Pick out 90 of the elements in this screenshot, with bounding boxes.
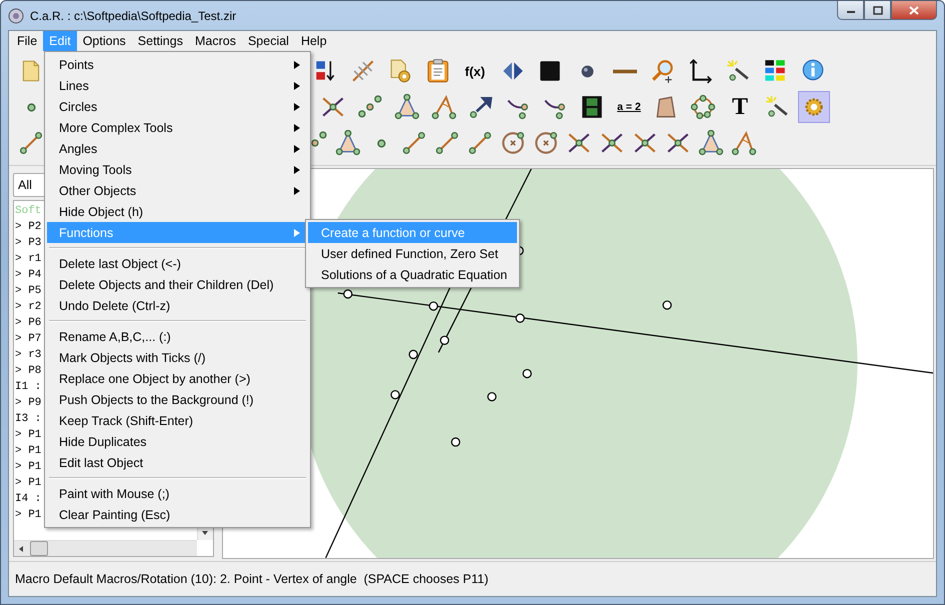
- object-line[interactable]: I1 :: [15, 379, 42, 395]
- menu-item[interactable]: More Complex Tools: [47, 117, 308, 138]
- submenu-arrow-icon: [294, 102, 300, 110]
- menu-item[interactable]: Macros: [188, 31, 242, 51]
- menu-item[interactable]: Rename A,B,C,... (:): [47, 326, 308, 347]
- close-button[interactable]: [891, 1, 937, 20]
- segment-icon: [467, 130, 493, 156]
- object-line[interactable]: > P7: [15, 331, 42, 347]
- menu-item[interactable]: Keep Track (Shift-Enter): [47, 410, 308, 431]
- segment-icon: [434, 130, 460, 156]
- menu-item[interactable]: Undo Delete (Ctrl-z): [47, 295, 308, 316]
- menu-item[interactable]: Special: [242, 31, 295, 51]
- bar-icon: [613, 68, 637, 74]
- window-title: C.a.R. : c:\Softpedia\Softpedia_Test.zir: [30, 8, 238, 22]
- point-icon: [26, 102, 36, 112]
- submenu-arrow-icon: [294, 186, 300, 194]
- hatched-line-icon: [350, 58, 376, 84]
- object-line[interactable]: > P4: [15, 267, 42, 283]
- object-line[interactable]: > P5: [15, 283, 42, 299]
- status-text: Macro Default Macros/Rotation (10): 2. Point - Vertex of angle (SPACE chooses P11): [9, 561, 936, 596]
- segment-icon: [18, 130, 44, 156]
- circle-icon: [500, 130, 526, 156]
- object-line[interactable]: > P8: [15, 363, 42, 379]
- menu-item[interactable]: Hide Duplicates: [47, 431, 308, 452]
- tool-button[interactable]: T: [724, 91, 756, 123]
- menu-item[interactable]: Points: [47, 54, 308, 75]
- object-line[interactable]: > r2: [15, 299, 42, 315]
- maximize-button[interactable]: [864, 1, 891, 20]
- menu-item[interactable]: Moving Tools: [47, 159, 308, 180]
- object-line[interactable]: > r3: [15, 347, 42, 363]
- menu-item[interactable]: Lines: [47, 75, 308, 96]
- menu-item[interactable]: Edit last Object: [47, 452, 308, 473]
- point-icon: [376, 138, 386, 148]
- submenu-arrow-icon: [294, 144, 300, 152]
- menu-item[interactable]: Help: [294, 31, 333, 51]
- scroll-thumb[interactable]: [30, 541, 48, 556]
- object-line[interactable]: > P2: [15, 219, 42, 235]
- object-line[interactable]: > P1: [15, 475, 42, 491]
- points-icon: [358, 95, 382, 119]
- close-icon: [909, 6, 919, 14]
- tool-button[interactable]: f(x): [459, 55, 491, 87]
- menu-item[interactable]: Paint with Mouse (;): [47, 483, 308, 504]
- object-line[interactable]: > P9: [15, 395, 42, 411]
- menu-item[interactable]: Options: [76, 31, 132, 51]
- zoom-icon: [650, 58, 676, 84]
- menu-item[interactable]: Delete last Object (<-): [47, 253, 308, 274]
- object-line[interactable]: > P1: [15, 459, 42, 475]
- arrow-icon: [468, 94, 494, 120]
- object-line[interactable]: I4 :: [15, 491, 42, 507]
- menu-item[interactable]: Delete Objects and their Children (Del): [47, 274, 308, 295]
- axes-icon: [687, 58, 713, 84]
- submenu-arrow-icon: [294, 228, 300, 236]
- clipboard-icon: [424, 58, 450, 84]
- circle-icon: [533, 130, 559, 156]
- menu-item[interactable]: Push Objects to the Background (!): [47, 389, 308, 410]
- menu-item[interactable]: Angles: [47, 138, 308, 159]
- menu-item[interactable]: Hide Object (h): [47, 201, 308, 222]
- submenu-arrow-icon: [294, 60, 300, 68]
- segment-icon: [401, 130, 427, 156]
- menu-item[interactable]: Settings: [132, 31, 189, 51]
- maximize-icon: [872, 6, 882, 14]
- object-line[interactable]: > P1: [15, 443, 42, 459]
- angle-icon: [731, 130, 757, 156]
- object-line[interactable]: > r1: [15, 251, 42, 267]
- object-line[interactable]: > P3: [15, 235, 42, 251]
- triangle-icon: [335, 130, 361, 156]
- horizontal-scrollbar[interactable]: [14, 540, 197, 556]
- menu-item[interactable]: Clear Painting (Esc): [47, 504, 308, 525]
- tool-button[interactable]: a = 2: [613, 91, 645, 123]
- object-line[interactable]: > P6: [15, 315, 42, 331]
- submenu-arrow-icon: [294, 166, 300, 174]
- menu-item[interactable]: Other Objects: [47, 180, 308, 201]
- submenu-arrow-icon: [294, 82, 300, 90]
- app-icon: [8, 8, 24, 24]
- triangle-icon: [698, 130, 724, 156]
- object-line[interactable]: > P1: [15, 427, 42, 443]
- submenu-arrow-icon: [294, 124, 300, 132]
- angle-icon: [431, 94, 457, 120]
- menu-item[interactable]: File: [11, 31, 44, 51]
- menu-item[interactable]: User defined Function, Zero Set: [308, 243, 517, 264]
- object-line[interactable]: I3 :: [15, 411, 42, 427]
- menu-item[interactable]: Solutions of a Quadratic Equation: [308, 264, 517, 285]
- menu-item[interactable]: Mark Objects with Ticks (/): [47, 347, 308, 368]
- circle-points-icon: [690, 94, 716, 120]
- ball-icon: [581, 64, 594, 78]
- minimize-button[interactable]: [837, 1, 864, 20]
- menu-item[interactable]: Circles: [47, 96, 308, 117]
- object-line[interactable]: > P1: [15, 507, 42, 523]
- triangle-icon: [394, 94, 420, 120]
- menu-item[interactable]: Replace one Object by another (>): [47, 368, 308, 389]
